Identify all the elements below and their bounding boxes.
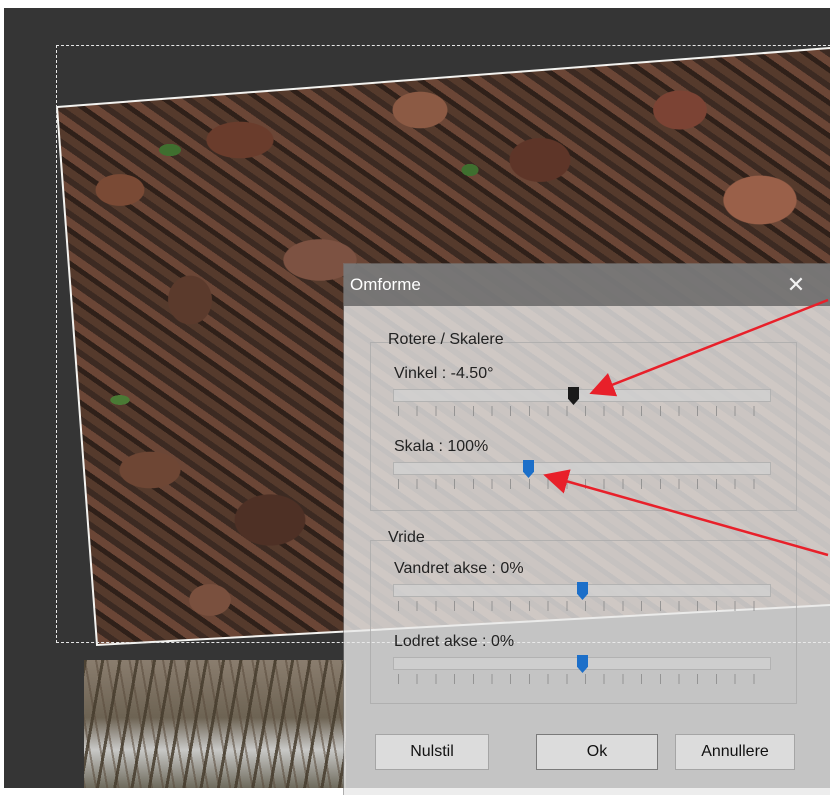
angle-label: Vinkel : -4.50°	[394, 365, 494, 382]
horizontal-axis-label: Vandret akse : 0%	[394, 560, 524, 577]
rotate-scale-group-title: Rotere / Skalere	[388, 331, 504, 348]
angle-slider[interactable]	[393, 389, 771, 402]
vertical-axis-label: Lodret akse : 0%	[394, 633, 515, 650]
scale-slider[interactable]	[393, 462, 771, 475]
transform-dialog: Omforme ✕ Rotere / Skalere Vinkel : -4.5…	[344, 264, 830, 795]
dialog-title: Omforme	[350, 275, 421, 294]
skew-group-title: Vride	[388, 529, 425, 546]
horizontal-axis-slider-ticks	[398, 601, 768, 611]
photo-trees-thumbnail	[84, 660, 346, 788]
scale-label: Skala : 100%	[394, 438, 489, 455]
close-icon[interactable]: ✕	[776, 268, 816, 302]
vertical-axis-slider-ticks	[398, 674, 768, 684]
angle-slider-ticks	[398, 406, 768, 416]
ok-button[interactable]: Ok	[536, 734, 658, 770]
cancel-button[interactable]: Annullere	[675, 734, 795, 770]
scale-slider-ticks	[398, 479, 768, 489]
reset-button[interactable]: Nulstil	[375, 734, 489, 770]
dialog-titlebar[interactable]: Omforme ✕	[344, 264, 830, 306]
